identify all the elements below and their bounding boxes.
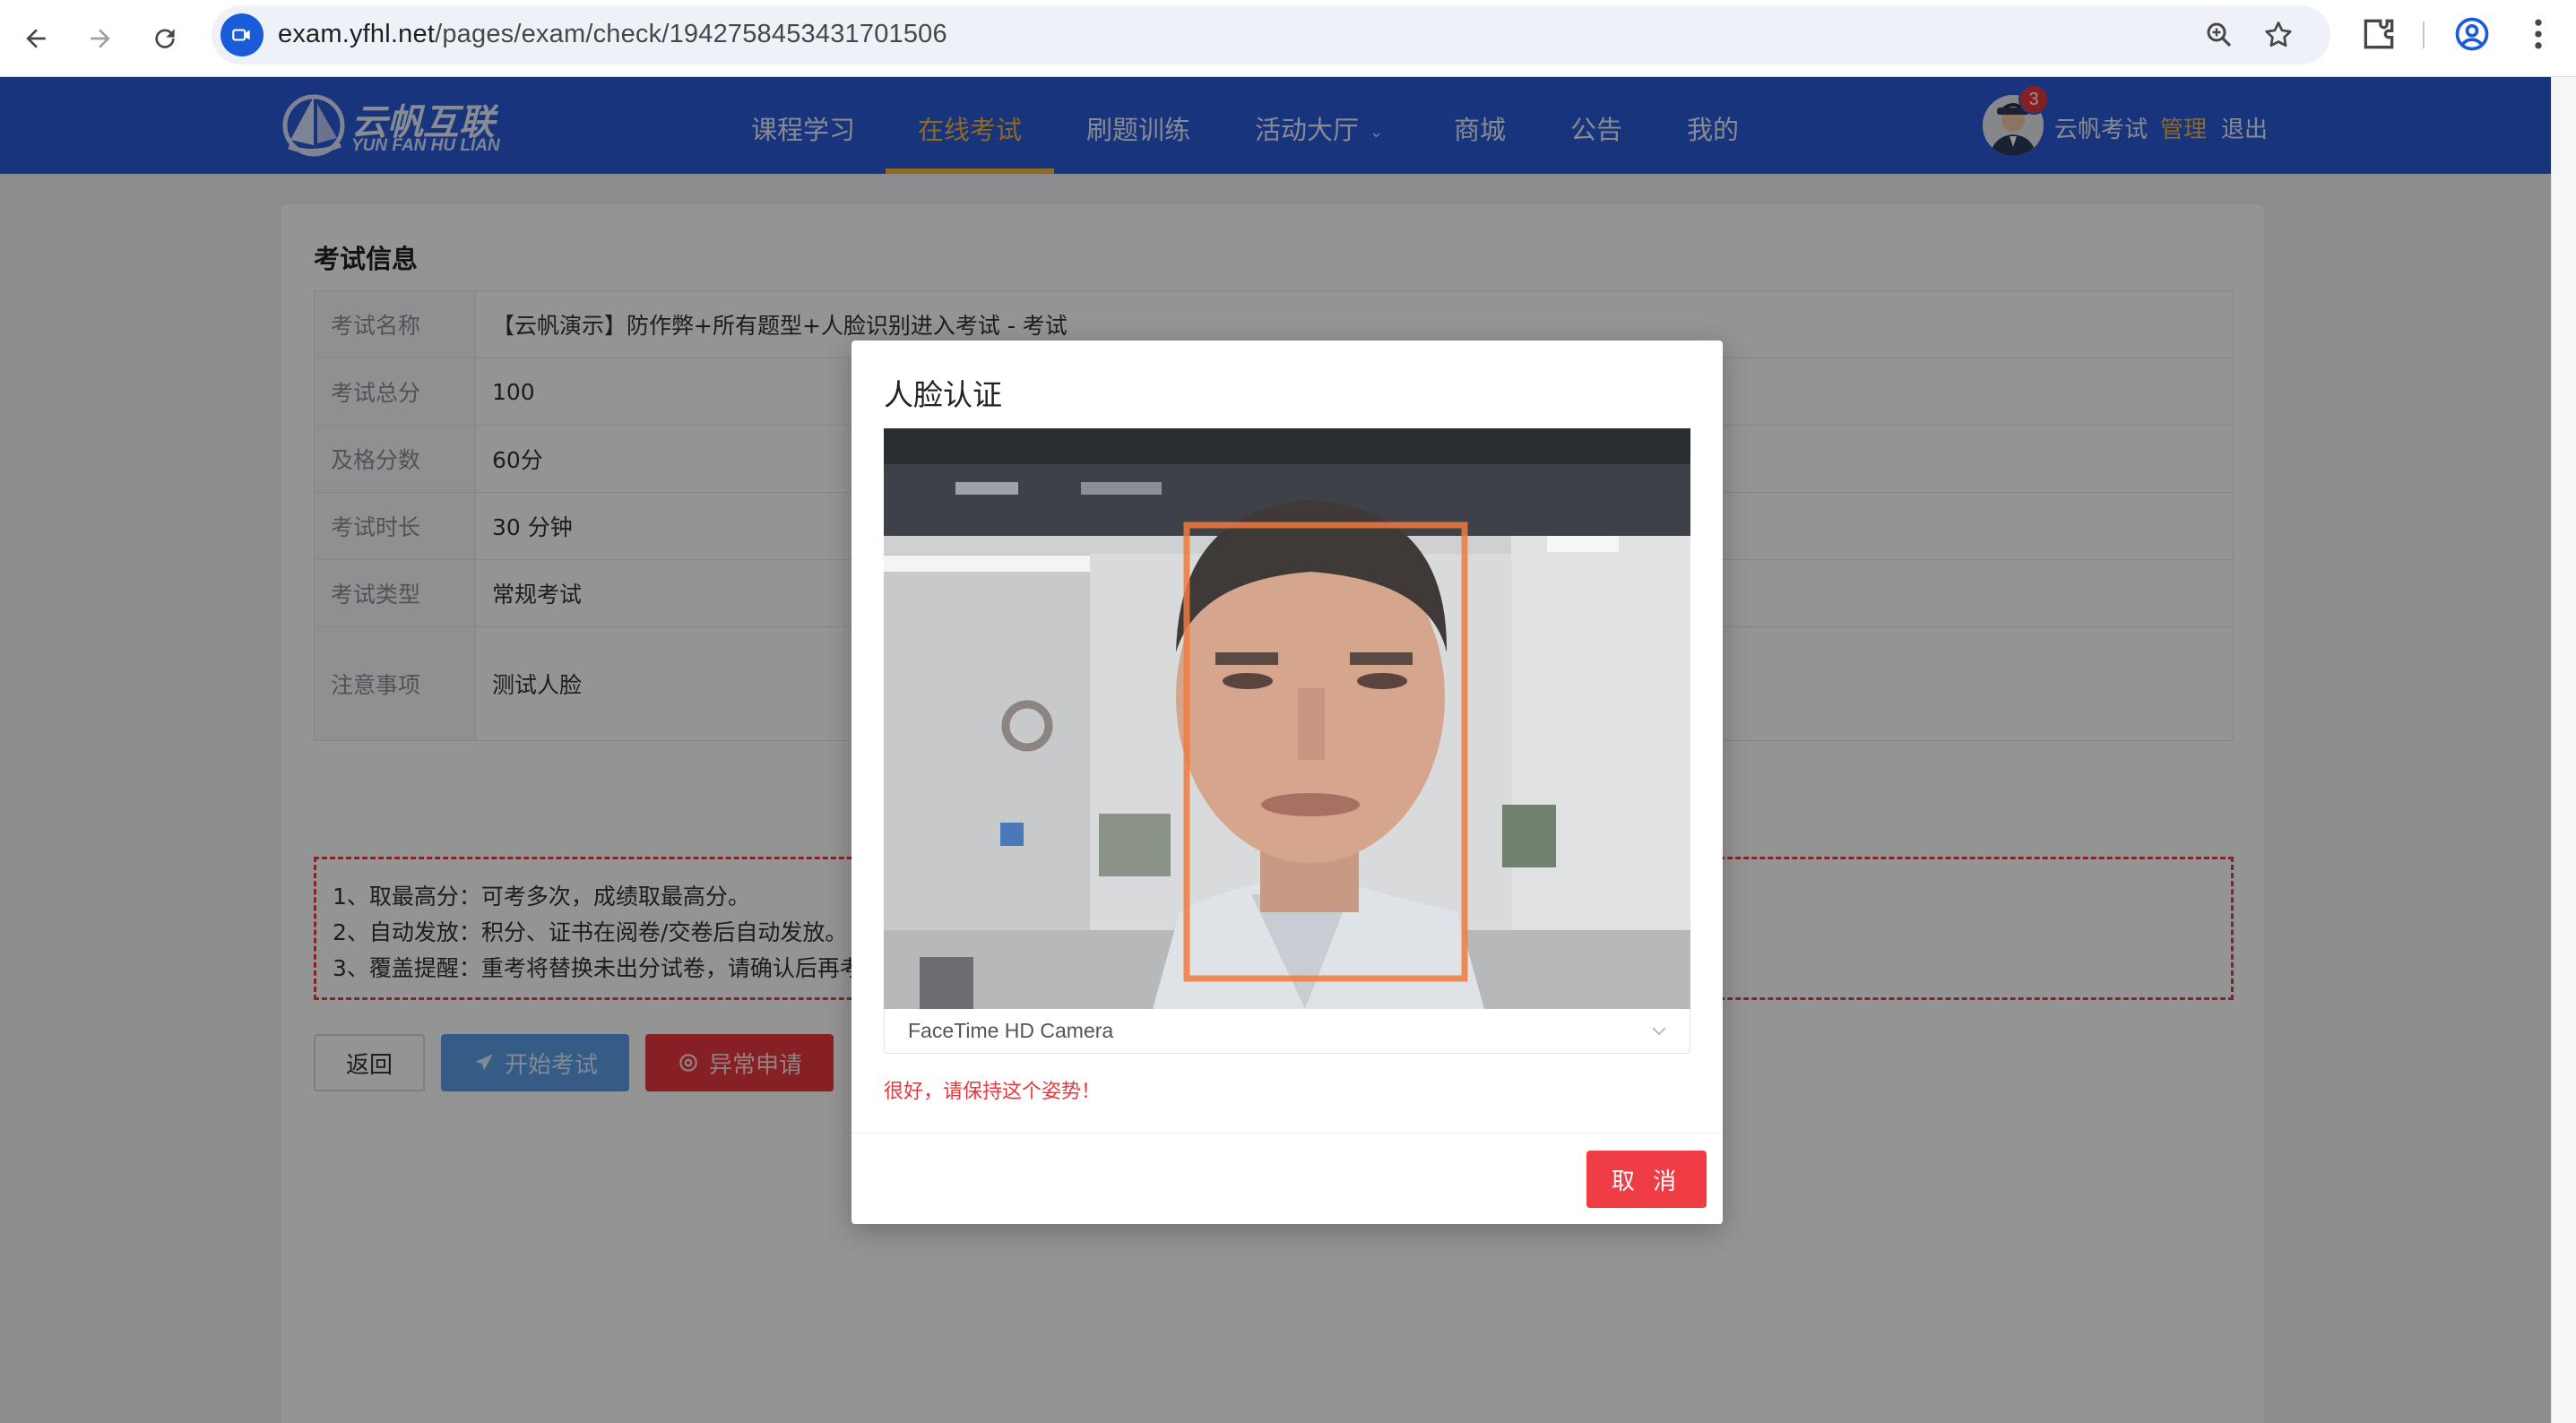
back-arrow-icon[interactable] bbox=[13, 15, 59, 62]
chevron-down-icon bbox=[1652, 1027, 1666, 1036]
extensions-icon[interactable] bbox=[2359, 14, 2399, 54]
address-bar[interactable]: exam.yfhl.net/pages/exam/check/194275845… bbox=[212, 5, 2330, 65]
url-text: exam.yfhl.net/pages/exam/check/194275845… bbox=[278, 20, 947, 48]
page-scrollbar[interactable] bbox=[2551, 77, 2576, 1423]
face-status-message: 很好，请保持这个姿势！ bbox=[884, 1081, 1102, 1103]
more-menu-icon[interactable] bbox=[2519, 14, 2558, 54]
zoom-icon[interactable] bbox=[2203, 19, 2235, 51]
bookmark-star-icon[interactable] bbox=[2262, 19, 2295, 51]
profile-icon[interactable] bbox=[2452, 14, 2492, 54]
camera-in-use-icon[interactable] bbox=[220, 13, 264, 56]
reload-icon[interactable] bbox=[142, 15, 188, 62]
camera-select-value: FaceTime HD Camera bbox=[908, 1019, 1114, 1042]
cancel-button[interactable]: 取 消 bbox=[1586, 1151, 1707, 1208]
dialog-divider bbox=[851, 1133, 1723, 1134]
toolbar-divider bbox=[2423, 22, 2425, 48]
dialog-title: 人脸认证 bbox=[884, 377, 1002, 412]
camera-select[interactable]: FaceTime HD Camera bbox=[884, 1009, 1690, 1054]
forward-arrow-icon[interactable] bbox=[77, 15, 124, 62]
camera-preview bbox=[884, 428, 1690, 1009]
face-verification-dialog: 人脸认证 FaceTime HD Camera 很好，请保持这个姿势！ 取 消 bbox=[851, 341, 1723, 1224]
browser-toolbar: exam.yfhl.net/pages/exam/check/194275845… bbox=[0, 0, 2576, 77]
